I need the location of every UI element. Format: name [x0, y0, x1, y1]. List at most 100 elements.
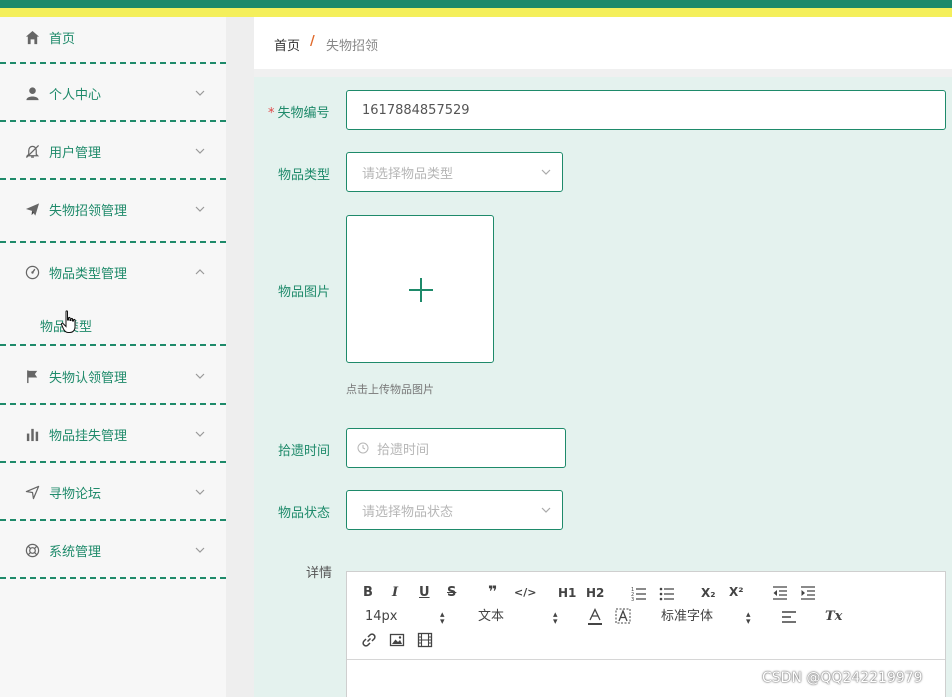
sidebar-item-label: 物品类型管理	[49, 266, 128, 282]
chevron-down-icon	[195, 489, 205, 495]
upload-tip: 点击上传物品图片	[346, 383, 434, 396]
item-image-label: 物品图片	[278, 285, 331, 300]
sidebar-item-lost-item-forum[interactable]: 寻物论坛	[0, 480, 226, 504]
sidebar-item-home[interactable]: 首页	[0, 25, 226, 49]
item-type-placeholder: 请选择物品类型	[362, 166, 454, 182]
sidebar	[0, 17, 226, 697]
flag-icon	[24, 368, 40, 384]
font-family-select[interactable]: 标准字体	[661, 609, 713, 625]
header-1-button[interactable]: H1	[558, 585, 576, 601]
chevron-down-icon	[541, 507, 551, 513]
code-block-button[interactable]: </>	[514, 585, 536, 601]
sidebar-item-lost-claim-management[interactable]: 失物认领管理	[0, 364, 226, 388]
sidebar-item-label: 失物招领管理	[49, 203, 128, 219]
font-size-select[interactable]: 14px	[365, 609, 398, 625]
sidebar-item-label: 系统管理	[49, 544, 102, 560]
bold-button[interactable]: B	[363, 585, 373, 601]
indent-icon[interactable]	[800, 585, 816, 601]
editor-toolbar: B I U S ❞ </> H1 H2 123 X₂ X² 14px ▴ ▾ 文本…	[347, 572, 945, 660]
sidebar-item-label: 物品挂失管理	[49, 428, 128, 444]
required-marker: *	[268, 106, 275, 121]
chevron-down-icon	[195, 206, 205, 212]
chevron-up-icon	[195, 269, 205, 275]
lost-id-value: 1617884857529	[362, 102, 470, 118]
sidebar-item-system-management[interactable]: 系统管理	[0, 538, 226, 562]
font-size-arrow-icon: ▴ ▾	[440, 610, 445, 627]
sidebar-item-lost-found-management[interactable]: 失物招领管理	[0, 197, 226, 221]
font-family-arrow-icon: ▴ ▾	[746, 610, 751, 627]
home-icon	[24, 29, 40, 45]
bar-chart-icon	[24, 426, 40, 442]
item-type-label: 物品类型	[278, 168, 331, 183]
details-label: 详情	[306, 566, 333, 581]
breadcrumb-home[interactable]: 首页	[274, 35, 300, 54]
chevron-down-icon	[195, 90, 205, 96]
sidebar-item-label: 失物认领管理	[49, 370, 128, 386]
sidebar-divider	[0, 519, 226, 521]
chevron-down-icon	[195, 148, 205, 154]
sidebar-item-label: 首页	[49, 31, 76, 47]
item-type-select[interactable]: 请选择物品类型	[346, 152, 563, 192]
sidebar-item-personal-center[interactable]: 个人中心	[0, 81, 226, 105]
sidebar-divider	[0, 120, 226, 122]
sidebar-item-label: 寻物论坛	[49, 486, 102, 502]
subscript-button[interactable]: X₂	[701, 585, 716, 601]
sidebar-divider	[0, 241, 226, 243]
underline-button[interactable]: U	[419, 585, 430, 601]
sidebar-divider	[0, 344, 226, 346]
top-yellow-bar	[0, 8, 952, 17]
blockquote-button[interactable]: ❞	[488, 584, 497, 600]
breadcrumb-separator: /	[310, 34, 315, 49]
ordered-list-icon[interactable]: 123	[631, 585, 647, 601]
header-type-select[interactable]: 文本	[478, 609, 504, 625]
dashboard-icon	[24, 264, 40, 280]
chevron-down-icon	[541, 169, 551, 175]
header-type-arrow-icon: ▴ ▾	[553, 610, 558, 627]
chevron-down-icon	[195, 431, 205, 437]
video-icon[interactable]	[417, 632, 433, 648]
sidebar-gutter	[226, 17, 254, 697]
breadcrumb-current: 失物招领	[326, 39, 379, 54]
item-status-select[interactable]: 请选择物品状态	[346, 490, 563, 530]
image-icon[interactable]	[389, 632, 405, 648]
sidebar-item-label: 用户管理	[49, 145, 102, 161]
link-icon[interactable]	[361, 632, 377, 648]
sidebar-divider	[0, 577, 226, 579]
watermark: CSDN @QQ242219979	[762, 670, 923, 686]
pickup-time-input[interactable]: 拾遗时间	[346, 428, 566, 468]
top-accent-bar	[0, 0, 952, 8]
image-upload-box[interactable]	[346, 215, 494, 363]
sidebar-divider	[0, 178, 226, 180]
bell-off-icon	[24, 143, 40, 159]
align-left-icon[interactable]	[781, 610, 797, 624]
strikethrough-button[interactable]: S	[447, 585, 456, 601]
svg-text:3: 3	[631, 597, 634, 601]
user-icon	[24, 85, 40, 101]
pickup-time-placeholder: 拾遗时间	[377, 442, 430, 458]
paper-plane-icon	[24, 201, 40, 217]
lost-id-label: * 失物编号	[268, 106, 330, 121]
sidebar-item-item-type-management[interactable]: 物品类型管理	[0, 260, 226, 284]
chevron-down-icon	[195, 373, 205, 379]
superscript-button[interactable]: X²	[729, 584, 744, 600]
chevron-down-icon	[195, 547, 205, 553]
item-status-label: 物品状态	[278, 506, 331, 521]
location-arrow-icon	[24, 484, 40, 500]
lifebuoy-icon	[24, 542, 40, 558]
italic-button[interactable]: I	[392, 585, 398, 601]
sidebar-item-user-management[interactable]: 用户管理	[0, 139, 226, 163]
clear-format-button[interactable]: Tx	[825, 609, 842, 625]
sidebar-divider	[0, 403, 226, 405]
sidebar-divider	[0, 461, 226, 463]
sidebar-item-label: 个人中心	[49, 87, 102, 103]
header-2-button[interactable]: H2	[586, 585, 604, 601]
bullet-list-icon[interactable]	[659, 585, 675, 601]
lost-id-input[interactable]: 1617884857529	[346, 90, 946, 130]
outdent-icon[interactable]	[772, 585, 788, 601]
sidebar-item-report-loss-management[interactable]: 物品挂失管理	[0, 422, 226, 446]
hand-cursor-icon	[60, 310, 76, 333]
plus-icon	[409, 278, 433, 302]
background-color-icon[interactable]	[615, 608, 631, 626]
item-status-placeholder: 请选择物品状态	[362, 504, 454, 520]
font-color-icon[interactable]	[587, 608, 603, 626]
